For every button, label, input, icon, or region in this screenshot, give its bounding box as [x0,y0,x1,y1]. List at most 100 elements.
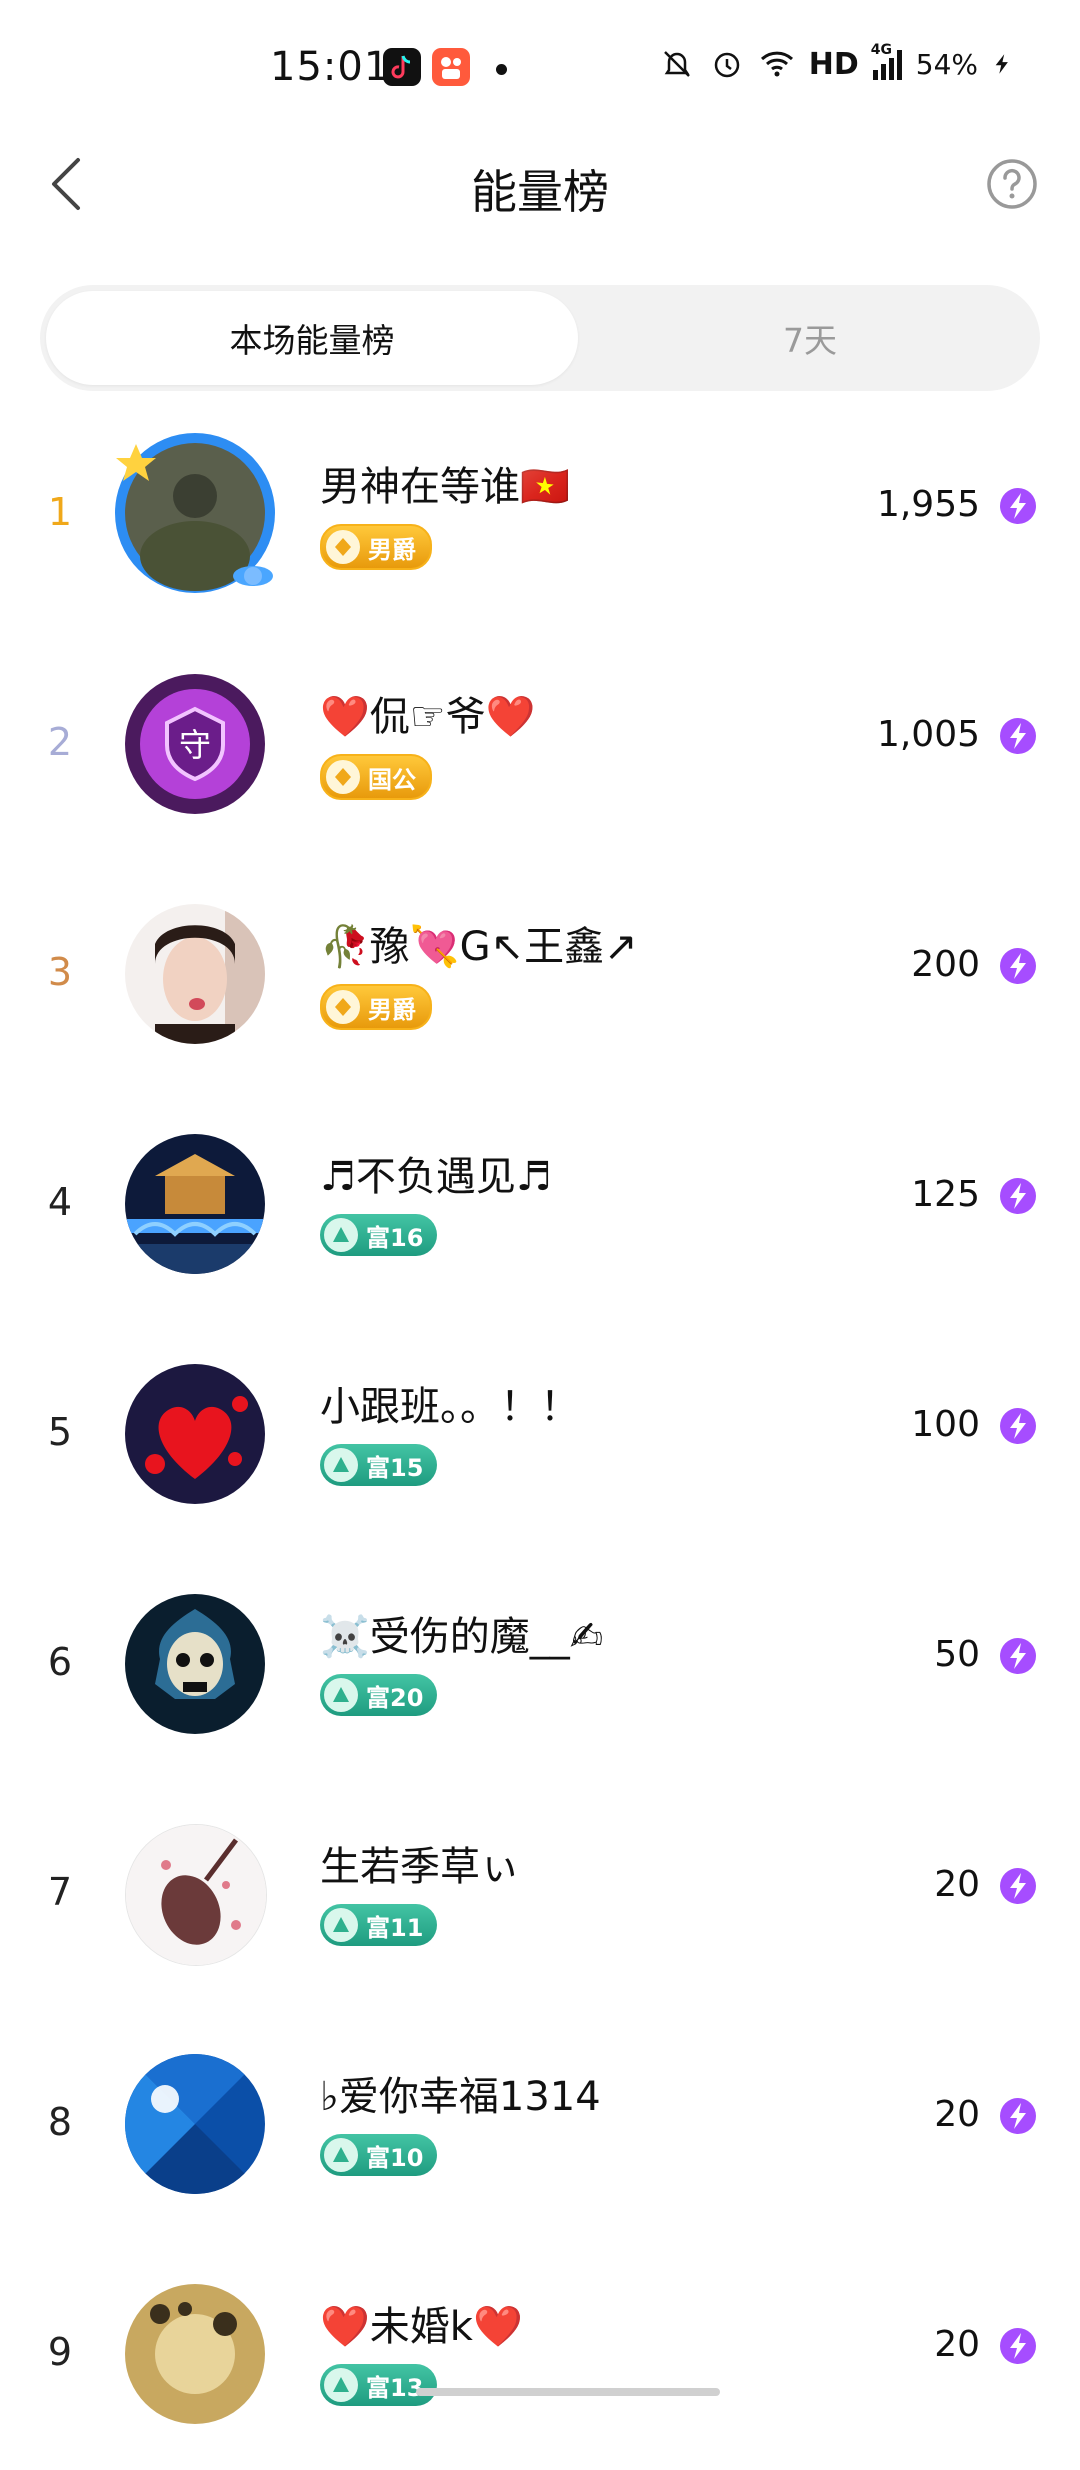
battery-percent: 54% [915,47,978,81]
energy-value: 50 [934,1634,980,1675]
rank-number: 1 [47,490,73,534]
energy-value: 20 [934,2094,980,2135]
energy-value: 1,955 [876,484,980,525]
ranking-row[interactable]: 6 ☠️受伤的魔__✍ 富20 50 [0,1550,1080,1780]
triangle-icon [324,2138,358,2172]
rank-badge: 富20 [320,1674,438,1716]
energy-value: 100 [911,1404,980,1445]
username: ☠️受伤的魔__✍ [320,1614,604,1660]
diamond-icon [326,990,360,1024]
diamond-icon [326,760,360,794]
avatar-frame [108,426,282,600]
username: ♭爱你幸福1314 [320,2074,601,2120]
rank-badge: 富10 [320,2134,438,2176]
lightning-icon [1000,488,1036,524]
avatar [125,2054,265,2194]
username: ❤️侃☞爷❤️ [320,694,536,740]
avatar [125,2284,265,2424]
wifi-icon [760,51,793,77]
lightning-icon [1000,1638,1036,1674]
home-indicator[interactable] [416,2388,720,2396]
charging-icon [995,54,1008,74]
help-button[interactable] [984,156,1040,212]
rank-number: 4 [47,1180,73,1224]
rank-badge: 男爵 [320,984,432,1030]
energy-value: 20 [934,1864,980,1905]
douyin-app-icon [383,48,421,86]
network-type: HD [808,46,859,82]
energy-value: 200 [911,944,980,985]
badge-label: 富15 [366,1453,424,1482]
ranking-row[interactable]: 2 守 ❤️侃☞爷❤️ 国公 1,005 [0,630,1080,860]
ranking-row[interactable]: 8 ♭爱你幸福1314 富10 20 [0,2010,1080,2240]
rank-number: 7 [47,1870,73,1914]
tab-current-energy[interactable]: 本场能量榜 [46,291,578,385]
username: 🥀豫💘G↖王鑫↗ [320,924,638,970]
lightning-icon [1000,948,1036,984]
triangle-icon [324,1908,358,1942]
tab-seven-days[interactable]: 7天 [580,291,1040,385]
question-circle-icon [987,159,1037,209]
rank-badge: 国公 [320,754,432,800]
rank-number: 9 [47,2330,73,2374]
rank-number: 6 [47,1640,73,1684]
rank-badge: 富15 [320,1444,438,1486]
avatar [125,1364,265,1504]
lightning-icon [1000,1868,1036,1904]
header: 能量榜 [0,130,1080,240]
badge-label: 富11 [366,1913,424,1942]
badge-label: 富20 [366,1683,424,1712]
status-bar: 15:01 HD 4G 54% [0,0,1080,130]
username: ♬不负遇见♬ [320,1154,552,1200]
lightning-icon [1000,1178,1036,1214]
energy-value: 125 [911,1174,980,1215]
ranking-row[interactable]: 1 男神在等谁🇻🇳 男爵 1,955 [0,400,1080,630]
ranking-row[interactable]: 9 ❤️未婚k❤️ 富13 20 [0,2240,1080,2470]
username: ❤️未婚k❤️ [320,2304,523,2350]
svg-text:守: 守 [179,726,211,764]
ranking-row[interactable]: 5 小跟班。。！！ 富15 100 [0,1320,1080,1550]
avatar: 守 [125,674,265,814]
status-time: 15:01 [270,44,391,90]
avatar [125,1594,265,1734]
lightning-icon [1000,718,1036,754]
energy-value: 20 [934,2324,980,2365]
ranking-row[interactable]: 4 ♬不负遇见♬ 富16 125 [0,1090,1080,1320]
rank-number: 3 [47,950,73,994]
badge-label: 男爵 [368,535,416,564]
rank-badge: 男爵 [320,524,432,570]
signal-label: 4G [870,42,892,58]
avatar [125,904,265,1044]
mute-bell-icon [663,51,690,77]
lightning-icon [1000,2328,1036,2364]
badge-label: 富16 [366,1223,424,1252]
badge-label: 富13 [366,2373,424,2402]
rank-number: 8 [47,2100,73,2144]
ranking-row[interactable]: 7 生若季草ぃ 富11 20 [0,1780,1080,2010]
triangle-icon [324,1678,358,1712]
avatar [125,1824,267,1966]
badge-label: 男爵 [368,995,416,1024]
kuaishou-app-icon [432,48,470,86]
triangle-icon [324,2368,358,2402]
lightning-icon [1000,2098,1036,2134]
triangle-icon [324,1218,358,1252]
tab-bar: 本场能量榜 7天 [40,285,1040,391]
rank-number: 5 [47,1410,73,1454]
triangle-icon [324,1448,358,1482]
notification-dot [496,64,507,75]
rank-badge: 富11 [320,1904,438,1946]
avatar [125,1134,265,1274]
page-title: 能量榜 [471,165,609,219]
lightning-icon [1000,1408,1036,1444]
ranking-row[interactable]: 3 🥀豫💘G↖王鑫↗ 男爵 200 [0,860,1080,1090]
username: 小跟班。。！！ [320,1384,580,1430]
rank-badge: 富16 [320,1214,438,1256]
username: 生若季草ぃ [320,1844,520,1890]
diamond-icon [326,530,360,564]
signal-icon: 4G [871,42,902,80]
energy-value: 1,005 [876,714,980,755]
rank-number: 2 [47,720,73,764]
badge-label: 富10 [366,2143,424,2172]
alarm-icon [714,52,739,78]
